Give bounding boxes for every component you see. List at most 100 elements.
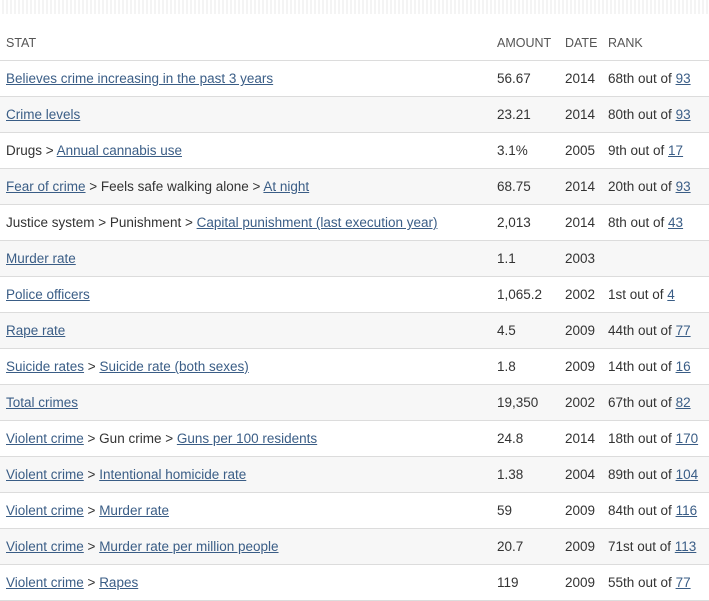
- stat-link[interactable]: Police officers: [6, 287, 90, 302]
- table-row: Crime levels 23.21 2014 80th out of 93: [0, 97, 709, 133]
- rank-cell: 44th out of 77: [608, 323, 691, 338]
- amount-cell: 1.1: [497, 251, 516, 266]
- rank-prefix: 1st out of: [608, 287, 668, 302]
- date-cell: 2004: [565, 467, 596, 482]
- stat-link[interactable]: Rape rate: [6, 323, 65, 338]
- amount-cell: 2,013: [497, 215, 531, 230]
- table-header: STAT AMOUNT DATE RANK: [0, 14, 709, 61]
- stat-cell: Total crimes: [6, 395, 78, 410]
- rank-cell: 67th out of 82: [608, 395, 691, 410]
- date-cell: 2009: [565, 539, 596, 554]
- rank-prefix: 67th out of: [608, 395, 676, 410]
- stat-cell: Crime levels: [6, 107, 80, 122]
- stat-cell: Fear of crime > Feels safe walking alone…: [6, 179, 309, 194]
- amount-cell: 68.75: [497, 179, 531, 194]
- stat-link[interactable]: Murder rate: [99, 503, 169, 518]
- rank-prefix: 84th out of: [608, 503, 676, 518]
- stat-link[interactable]: Suicide rates: [6, 359, 84, 374]
- table-row: Justice system > Punishment > Capital pu…: [0, 205, 709, 241]
- rank-total-link[interactable]: 43: [668, 215, 683, 230]
- rank-total-link[interactable]: 93: [676, 71, 691, 86]
- stat-link[interactable]: At night: [263, 179, 309, 194]
- rank-total-link[interactable]: 116: [676, 503, 698, 518]
- amount-cell: 4.5: [497, 323, 516, 338]
- stat-cell: Justice system > Punishment > Capital pu…: [6, 215, 437, 230]
- table-row: Violent crime > Rapes 119 2009 55th out of …: [0, 565, 709, 601]
- rank-total-link[interactable]: 82: [676, 395, 691, 410]
- stat-link[interactable]: Violent crime: [6, 467, 84, 482]
- table-body: Believes crime increasing in the past 3 …: [0, 61, 709, 601]
- top-band: [0, 0, 709, 14]
- column-header-amount: AMOUNT: [497, 36, 552, 50]
- table-row: Violent crime > Murder rate 59 2009 84th ou…: [0, 493, 709, 529]
- rank-cell: 55th out of 77: [608, 575, 691, 590]
- stat-link[interactable]: Guns per 100 residents: [177, 431, 317, 446]
- amount-cell: 1.38: [497, 467, 524, 482]
- stat-link[interactable]: Violent crime: [6, 431, 84, 446]
- rank-total-link[interactable]: 77: [676, 575, 691, 590]
- rank-total-link[interactable]: 77: [676, 323, 691, 338]
- rank-total-link[interactable]: 4: [667, 287, 675, 302]
- table-row: Rape rate 4.5 2009 44th out of 77: [0, 313, 709, 349]
- rank-total-link[interactable]: 93: [676, 179, 691, 194]
- stat-link[interactable]: Crime levels: [6, 107, 80, 122]
- stat-link[interactable]: Total crimes: [6, 395, 78, 410]
- amount-cell: 56.67: [497, 71, 531, 86]
- rank-prefix: 20th out of: [608, 179, 676, 194]
- stat-link[interactable]: Violent crime: [6, 575, 84, 590]
- rank-total-link[interactable]: 16: [676, 359, 691, 374]
- rank-total-link[interactable]: 113: [675, 539, 697, 554]
- stat-breadcrumb-text: >: [83, 575, 100, 590]
- amount-cell: 3.1%: [497, 143, 528, 158]
- stat-cell: Violent crime > Intentional homicide rat…: [6, 467, 246, 482]
- amount-cell: 19,350: [497, 395, 539, 410]
- stat-link[interactable]: Violent crime: [6, 539, 84, 554]
- stats-table: STAT AMOUNT DATE RANK Believes crime inc…: [0, 14, 709, 601]
- column-header-date: DATE: [565, 36, 598, 50]
- stat-cell: Police officers: [6, 287, 90, 302]
- stat-link[interactable]: Murder rate: [6, 251, 76, 266]
- amount-cell: 1,065.2: [497, 287, 543, 302]
- stat-breadcrumb-text: > Feels safe walking alone >: [85, 179, 264, 194]
- table-row: Murder rate 1.1 2003: [0, 241, 709, 277]
- amount-cell: 23.21: [497, 107, 531, 122]
- table-row: Fear of crime > Feels safe walking alone…: [0, 169, 709, 205]
- amount-cell: 1.8: [497, 359, 516, 374]
- rank-total-link[interactable]: 93: [676, 107, 691, 122]
- rank-total-link[interactable]: 17: [668, 143, 683, 158]
- stat-breadcrumb-text: Drugs >: [6, 143, 57, 158]
- stat-link[interactable]: Rapes: [99, 575, 138, 590]
- stat-link[interactable]: Intentional homicide rate: [99, 467, 246, 482]
- rank-prefix: 55th out of: [608, 575, 676, 590]
- stat-link[interactable]: Violent crime: [6, 503, 84, 518]
- table-row: Violent crime > Intentional homicide rat…: [0, 457, 709, 493]
- rank-total-link[interactable]: 104: [676, 467, 699, 482]
- rank-cell: 84th out of 116: [608, 503, 697, 518]
- date-cell: 2005: [565, 143, 596, 158]
- date-cell: 2014: [565, 431, 596, 446]
- rank-total-link[interactable]: 170: [676, 431, 699, 446]
- table-row: Drugs > Annual cannabis use 3.1% 2005 9th o…: [0, 133, 709, 169]
- stat-breadcrumb-text: > Gun crime >: [83, 431, 177, 446]
- stat-cell: Violent crime > Rapes: [6, 575, 138, 590]
- rank-prefix: 9th out of: [608, 143, 669, 158]
- stat-breadcrumb-text: >: [84, 359, 100, 374]
- rank-prefix: 71st out of: [608, 539, 675, 554]
- date-cell: 2014: [565, 71, 596, 86]
- stat-link[interactable]: Believes crime increasing in the past 3 …: [6, 71, 273, 86]
- stat-link[interactable]: Fear of crime: [6, 179, 86, 194]
- stat-cell: Violent crime > Murder rate: [6, 503, 169, 518]
- table-row: Violent crime > Murder rate per million …: [0, 529, 709, 565]
- stat-cell: Murder rate: [6, 251, 76, 266]
- date-cell: 2002: [565, 287, 596, 302]
- rank-cell: 14th out of 16: [608, 359, 691, 374]
- stat-link[interactable]: Murder rate per million people: [99, 539, 278, 554]
- stat-link[interactable]: Suicide rate (both sexes): [99, 359, 248, 374]
- stat-cell: Rape rate: [6, 323, 65, 338]
- stat-link[interactable]: Capital punishment (last execution year): [197, 215, 438, 230]
- rank-cell: 8th out of 43: [608, 215, 683, 230]
- stat-cell: Believes crime increasing in the past 3 …: [6, 71, 273, 86]
- stat-link[interactable]: Annual cannabis use: [57, 143, 182, 158]
- stat-cell: Violent crime > Gun crime > Guns per 100…: [6, 431, 317, 446]
- rank-cell: 20th out of 93: [608, 179, 691, 194]
